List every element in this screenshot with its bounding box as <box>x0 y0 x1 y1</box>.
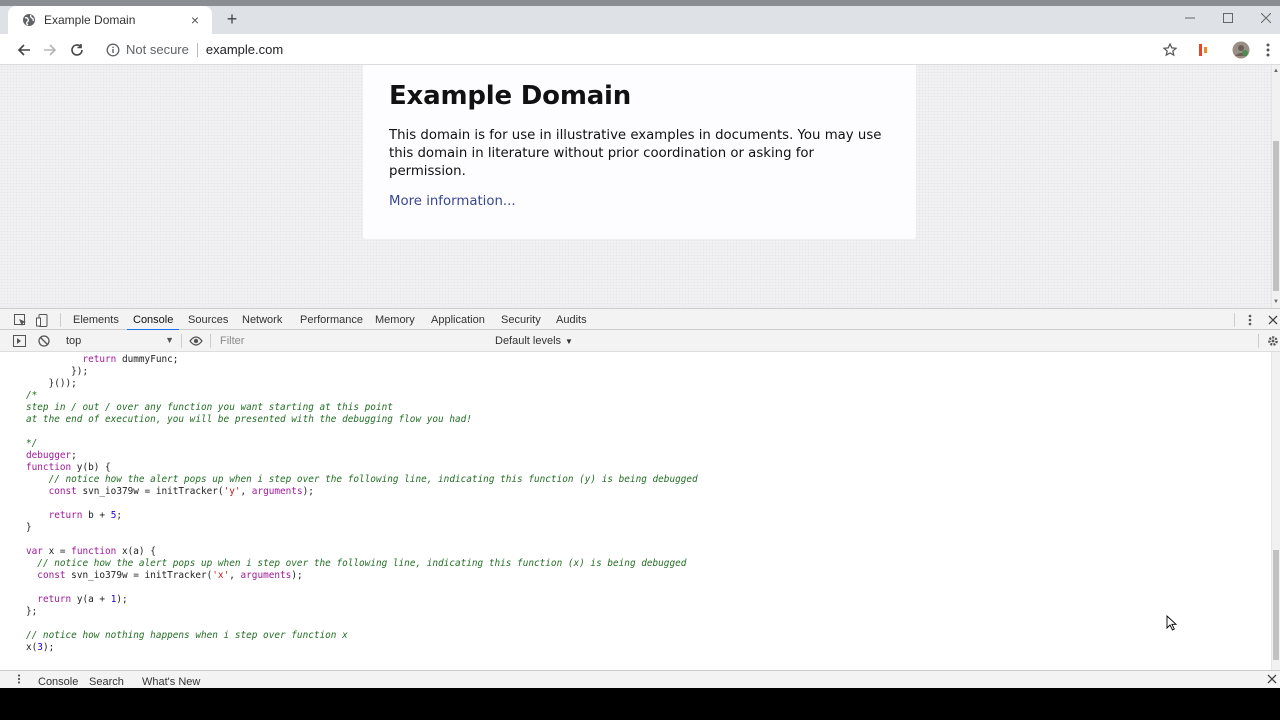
window-close-icon[interactable] <box>1254 8 1278 28</box>
tab-sources[interactable]: Sources <box>188 309 228 330</box>
context-selector[interactable]: top ▼ <box>60 333 176 349</box>
drawer-tab-bar: Console Search What's New <box>0 670 1280 688</box>
log-levels-dropdown[interactable]: Default levels ▼ <box>495 333 573 349</box>
divider <box>1258 334 1259 348</box>
minimize-icon[interactable] <box>1178 8 1202 28</box>
tab-memory[interactable]: Memory <box>375 309 415 330</box>
device-toolbar-icon[interactable] <box>34 312 50 328</box>
devtools-close-icon[interactable] <box>1265 312 1280 328</box>
address-bar[interactable]: Not secure example.com <box>100 37 1188 62</box>
page-scroll-thumb[interactable] <box>1273 141 1279 291</box>
tab-close-icon[interactable]: × <box>188 12 202 28</box>
browser-tab[interactable]: Example Domain × <box>8 6 212 34</box>
info-icon[interactable] <box>106 43 120 57</box>
security-label[interactable]: Not secure <box>126 42 189 57</box>
drawer-menu-icon[interactable] <box>17 674 21 687</box>
sidebar-toggle-icon[interactable] <box>11 333 27 349</box>
clear-console-icon[interactable] <box>36 333 52 349</box>
forward-icon[interactable] <box>39 39 61 61</box>
divider <box>181 334 182 348</box>
scroll-up-icon[interactable]: ▲ <box>1273 68 1279 74</box>
inspect-element-icon[interactable] <box>12 312 28 328</box>
content-card: Example Domain This domain is for use in… <box>363 65 916 239</box>
scroll-down-icon[interactable]: ▼ <box>1273 299 1279 305</box>
browser-toolbar: Not secure example.com <box>0 34 1280 65</box>
page-heading: Example Domain <box>389 81 632 111</box>
tab-strip: Example Domain × + <box>0 0 1280 34</box>
divider <box>196 42 198 57</box>
mouse-pointer-icon <box>1166 615 1178 631</box>
drawer-tab-search[interactable]: Search <box>89 676 124 688</box>
globe-icon <box>22 13 36 27</box>
devtools-tab-bar: Elements Console Sources Network Perform… <box>0 309 1280 331</box>
tab-elements[interactable]: Elements <box>73 309 119 330</box>
divider <box>1234 313 1235 327</box>
page-paragraph: This domain is for use in illustrative e… <box>389 128 882 179</box>
divider <box>210 334 211 348</box>
console-scroll-thumb[interactable] <box>1273 550 1279 660</box>
tab-performance[interactable]: Performance <box>300 309 363 330</box>
eye-icon[interactable] <box>188 333 204 349</box>
tab-security[interactable]: Security <box>501 309 541 330</box>
avatar[interactable] <box>1231 40 1251 60</box>
new-tab-icon[interactable]: + <box>222 9 242 29</box>
tab-console[interactable]: Console <box>126 309 180 331</box>
devtools-menu-icon[interactable] <box>1242 312 1258 328</box>
tab-title: Example Domain <box>44 13 136 27</box>
log-levels-label: Default levels <box>495 335 562 347</box>
console-toolbar: top ▼ Default levels ▼ <box>0 330 1280 352</box>
tab-audits[interactable]: Audits <box>556 309 587 330</box>
reload-icon[interactable] <box>66 39 88 61</box>
extension-icon[interactable] <box>1194 40 1214 60</box>
console-scrollbar[interactable] <box>1271 352 1280 670</box>
drawer-tab-console[interactable]: Console <box>38 676 78 688</box>
console-code: }); return dummyFunc; }); }()); /* step … <box>26 352 698 653</box>
star-icon[interactable] <box>1160 40 1180 60</box>
back-icon[interactable] <box>13 39 35 61</box>
filter-input[interactable] <box>214 333 486 349</box>
page-scrollbar[interactable]: ▲ ▼ <box>1271 65 1280 308</box>
tab-network[interactable]: Network <box>242 309 282 330</box>
caret-down-icon: ▼ <box>565 336 573 346</box>
console-output[interactable]: }); return dummyFunc; }); }()); /* step … <box>0 352 1271 670</box>
more-information-link[interactable]: More information... <box>389 194 516 209</box>
gear-icon[interactable] <box>1265 333 1280 349</box>
menu-kebab-icon[interactable] <box>1258 40 1278 60</box>
divider <box>60 313 61 327</box>
url-text[interactable]: example.com <box>206 42 283 57</box>
caret-down-icon: ▼ <box>165 335 174 345</box>
context-value: top <box>66 335 82 347</box>
drawer-tab-whats-new[interactable]: What's New <box>142 676 200 688</box>
drawer-close-icon[interactable] <box>1267 674 1277 687</box>
tab-application[interactable]: Application <box>431 309 485 330</box>
devtools-panel: Elements Console Sources Network Perform… <box>0 308 1280 688</box>
maximize-icon[interactable] <box>1216 8 1240 28</box>
page-viewport: Example Domain This domain is for use in… <box>0 65 1280 308</box>
